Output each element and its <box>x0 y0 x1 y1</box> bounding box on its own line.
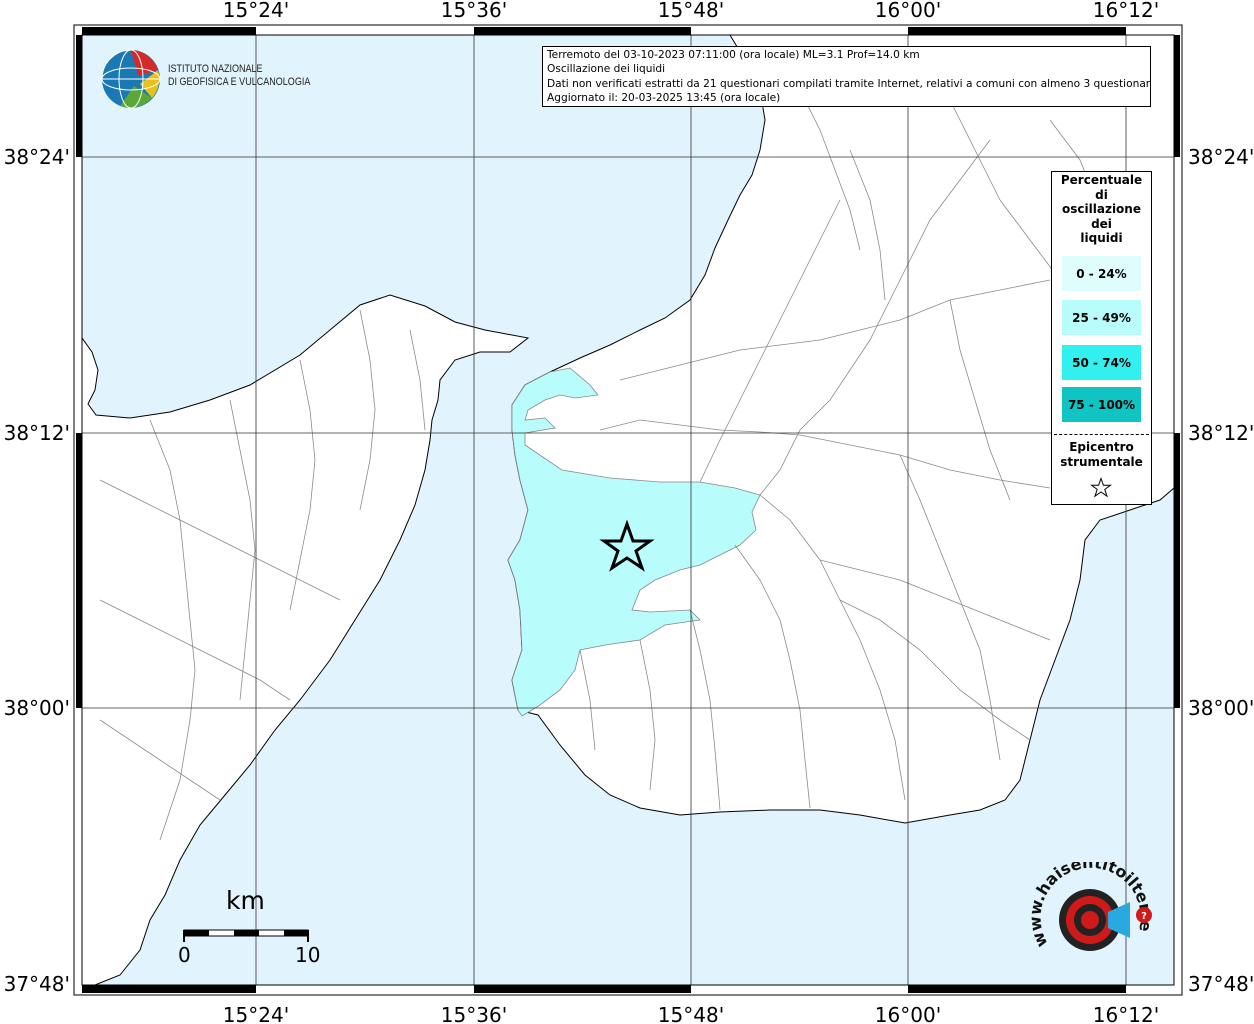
legend-class-0-24: 0 - 24% <box>1062 256 1141 291</box>
legend-title: Percentuale di oscillazione dei liquidi <box>1052 173 1151 246</box>
lon-label-bottom-3: 15°48' <box>658 1003 724 1024</box>
scale-unit: km <box>226 886 265 915</box>
legend-epicenter-line: Epicentro <box>1069 440 1134 454</box>
legend-divider <box>1054 434 1149 435</box>
lon-label-top-5: 16°12' <box>1093 0 1159 22</box>
lat-label-right-2: 38°12' <box>1188 421 1254 445</box>
legend-epicenter-title: Epicentro strumentale <box>1052 440 1151 469</box>
ingv-name: ISTITUTO NAZIONALE DI GEOFISICA E VULCAN… <box>168 63 310 89</box>
lat-label-left-2: 38°12' <box>4 421 70 445</box>
haisentito-icon: www.haisentitoilterremoto.it ? <box>1020 847 1156 951</box>
legend-class-25-49: 25 - 49% <box>1062 300 1141 335</box>
event-info-line-3: Dati non verificati estratti da 21 quest… <box>547 77 1151 90</box>
legend-title-line: liquidi <box>1080 231 1123 245</box>
lon-label-bottom-5: 16°12' <box>1093 1003 1159 1024</box>
lon-label-top-1: 15°24' <box>223 0 289 22</box>
ingv-line-2: DI GEOFISICA E VULCANOLOGIA <box>168 76 311 88</box>
legend-box: Percentuale di oscillazione dei liquidi … <box>1051 171 1152 505</box>
legend-title-line: oscillazione <box>1062 202 1141 216</box>
legend-epicenter-line: strumentale <box>1060 454 1143 469</box>
ingv-logo: ISTITUTO NAZIONALE DI GEOFISICA E VULCAN… <box>100 48 330 110</box>
lon-label-top-3: 15°48' <box>658 0 724 22</box>
lat-label-left-4: 37°48' <box>4 972 70 996</box>
lon-label-bottom-1: 15°24' <box>223 1003 289 1024</box>
legend-title-line: di <box>1095 187 1108 202</box>
svg-text:?: ? <box>1141 911 1147 922</box>
scale-start-label: 0 <box>178 943 191 967</box>
event-info-line-2: Oscillazione dei liquidi <box>547 63 666 76</box>
haisentito-logo[interactable]: www.haisentitoilterremoto.it ? <box>1020 847 1168 982</box>
legend-title-line: dei <box>1091 216 1112 231</box>
legend-title-line: Percentuale <box>1060 173 1143 187</box>
legend-class-75-100: 75 - 100% <box>1062 387 1141 422</box>
event-info-line-4: Aggiornato il: 20-03-2025 13:45 (ora loc… <box>547 92 781 105</box>
legend-star-icon <box>1090 477 1112 498</box>
globe-icon <box>101 49 161 109</box>
lon-label-bottom-4: 16°00' <box>875 1003 941 1024</box>
lon-label-top-2: 15°36' <box>441 0 507 22</box>
lon-label-top-4: 16°00' <box>875 0 941 22</box>
scale-bar: km 0 10 <box>176 886 326 970</box>
scale-end-label: 10 <box>295 943 321 967</box>
lat-label-right-4: 37°48' <box>1188 972 1254 996</box>
lat-label-left-3: 38°00' <box>4 696 70 720</box>
lat-label-right-1: 38°24' <box>1188 145 1254 169</box>
lat-label-right-3: 38°00' <box>1188 696 1254 720</box>
lat-label-left-1: 38°24' <box>4 145 70 169</box>
event-info-box: Terremoto del 03-10-2023 07:11:00 (ora l… <box>542 46 1151 107</box>
lon-label-bottom-2: 15°36' <box>441 1003 507 1024</box>
event-info-line-1: Terremoto del 03-10-2023 07:11:00 (ora l… <box>547 49 920 61</box>
legend-class-50-74: 50 - 74% <box>1062 345 1141 380</box>
ingv-line-1: ISTITUTO NAZIONALE <box>168 63 263 75</box>
